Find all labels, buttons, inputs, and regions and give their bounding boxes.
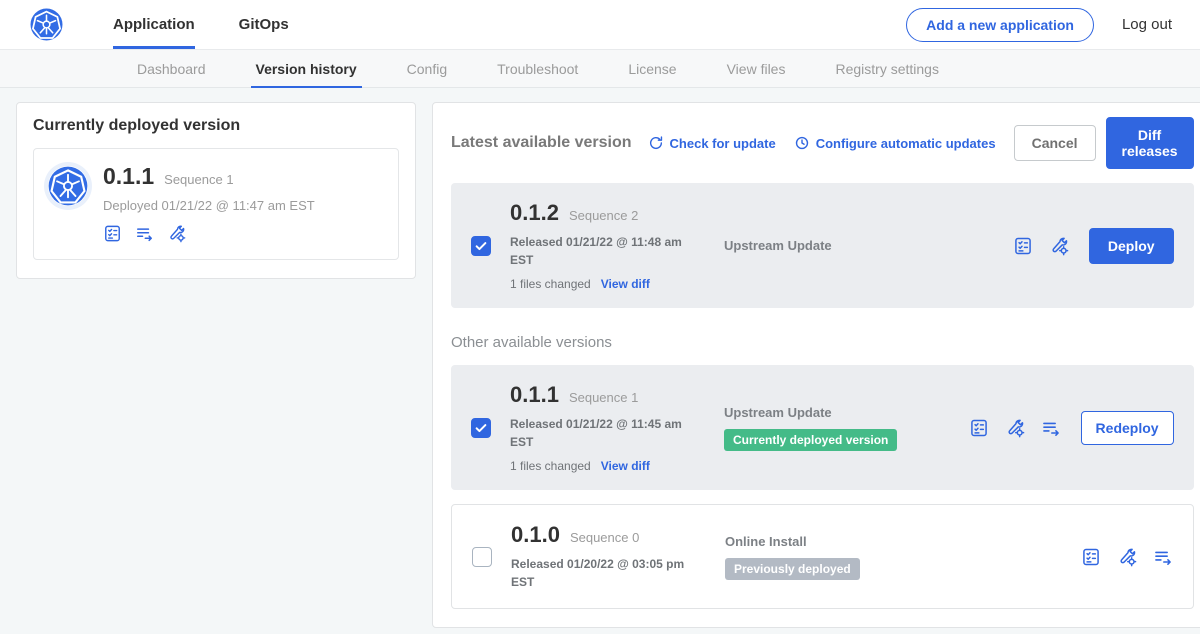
sequence-label: Sequence 2: [569, 208, 638, 223]
subnav-tab-version-history[interactable]: Version history: [231, 50, 382, 87]
application-subnav: Dashboard Version history Config Trouble…: [0, 50, 1200, 88]
deploy-logs-icon[interactable]: [1041, 418, 1061, 438]
released-timestamp: Released 01/21/22 @ 11:45 am EST: [510, 415, 700, 451]
preflight-checklist-icon[interactable]: [103, 224, 122, 243]
version-info: 0.1.1 Sequence 1 Released 01/21/22 @ 11:…: [510, 382, 724, 473]
tab-application[interactable]: Application: [113, 0, 195, 49]
version-number: 0.1.1: [510, 382, 559, 408]
version-source: Online Install Previously deployed: [725, 534, 960, 580]
previously-deployed-badge: Previously deployed: [725, 558, 860, 580]
preflight-checklist-icon[interactable]: [969, 418, 989, 438]
version-row-0-1-1: 0.1.1 Sequence 1 Released 01/21/22 @ 11:…: [451, 365, 1194, 490]
version-row-0-1-0: 0.1.0 Sequence 0 Released 01/20/22 @ 03:…: [451, 504, 1194, 609]
clock-icon: [794, 135, 810, 151]
app-icon: [48, 166, 88, 206]
config-wrench-icon[interactable]: [1117, 547, 1137, 567]
top-tabs: Application GitOps: [113, 0, 333, 49]
cancel-button[interactable]: Cancel: [1014, 125, 1096, 161]
config-wrench-icon[interactable]: [1005, 418, 1025, 438]
version-number: 0.1.2: [510, 200, 559, 226]
subnav-tab-troubleshoot[interactable]: Troubleshoot: [472, 50, 603, 87]
refresh-icon: [648, 135, 664, 151]
config-wrench-icon[interactable]: [1049, 236, 1069, 256]
top-navigation: Application GitOps Add a new application…: [0, 0, 1200, 50]
source-label: Upstream Update: [724, 238, 959, 253]
source-label: Online Install: [725, 534, 960, 549]
latest-version-header: Latest available version Check for updat…: [451, 117, 1194, 169]
deploy-button[interactable]: Deploy: [1089, 228, 1174, 264]
deployed-version-number: 0.1.1: [103, 163, 154, 190]
latest-available-version-title: Latest available version: [451, 134, 632, 152]
deployed-version-actions: [103, 224, 315, 243]
version-actions: Deploy: [1013, 228, 1174, 264]
deployed-timestamp: Deployed 01/21/22 @ 11:47 am EST: [103, 198, 315, 213]
subnav-tab-license[interactable]: License: [603, 50, 701, 87]
deploy-logs-icon[interactable]: [135, 224, 154, 243]
deployed-version-card: 0.1.1 Sequence 1 Deployed 01/21/22 @ 11:…: [33, 148, 399, 260]
preflight-checklist-icon[interactable]: [1013, 236, 1033, 256]
currently-deployed-title: Currently deployed version: [33, 117, 399, 135]
version-info: 0.1.2 Sequence 2 Released 01/21/22 @ 11:…: [510, 200, 724, 291]
version-checkbox[interactable]: [471, 236, 491, 256]
currently-deployed-badge: Currently deployed version: [724, 429, 897, 451]
configure-automatic-updates-link[interactable]: Configure automatic updates: [794, 135, 996, 151]
version-row-0-1-2: 0.1.2 Sequence 2 Released 01/21/22 @ 11:…: [451, 183, 1194, 308]
view-diff-link[interactable]: View diff: [601, 277, 650, 291]
subnav-tab-config[interactable]: Config: [382, 50, 472, 87]
check-for-update-link[interactable]: Check for update: [648, 135, 776, 151]
released-timestamp: Released 01/21/22 @ 11:48 am EST: [510, 233, 700, 269]
deployed-sequence-label: Sequence 1: [164, 172, 233, 187]
subnav-tab-dashboard[interactable]: Dashboard: [112, 50, 231, 87]
version-actions: Redeploy: [969, 411, 1174, 445]
files-changed-label: 1 files changed: [510, 277, 591, 291]
main-content: Currently deployed version 0.1.1 Sequenc…: [0, 88, 1200, 634]
currently-deployed-panel: Currently deployed version 0.1.1 Sequenc…: [16, 102, 416, 279]
version-checkbox[interactable]: [471, 418, 491, 438]
configure-automatic-updates-label: Configure automatic updates: [816, 136, 996, 151]
add-new-application-button[interactable]: Add a new application: [906, 8, 1094, 42]
redeploy-button[interactable]: Redeploy: [1081, 411, 1174, 445]
subnav-tab-registry-settings[interactable]: Registry settings: [810, 50, 963, 87]
subnav-tab-view-files[interactable]: View files: [702, 50, 811, 87]
version-history-panel: Latest available version Check for updat…: [432, 102, 1200, 628]
view-diff-link[interactable]: View diff: [601, 459, 650, 473]
version-info: 0.1.0 Sequence 0 Released 01/20/22 @ 03:…: [511, 522, 725, 591]
diff-releases-button[interactable]: Diff releases: [1106, 117, 1194, 169]
version-checkbox[interactable]: [472, 547, 492, 567]
preflight-checklist-icon[interactable]: [1081, 547, 1101, 567]
deploy-logs-icon[interactable]: [1153, 547, 1173, 567]
files-changed-label: 1 files changed: [510, 459, 591, 473]
config-wrench-icon[interactable]: [167, 224, 186, 243]
logout-link[interactable]: Log out: [1122, 16, 1172, 33]
other-available-versions-title: Other available versions: [451, 334, 1194, 351]
check-for-update-label: Check for update: [670, 136, 776, 151]
released-timestamp: Released 01/20/22 @ 03:05 pm EST: [511, 555, 701, 591]
source-label: Upstream Update: [724, 405, 959, 420]
version-source: Upstream Update: [724, 238, 959, 253]
kubernetes-logo: [30, 8, 63, 41]
sequence-label: Sequence 0: [570, 530, 639, 545]
tab-gitops[interactable]: GitOps: [239, 0, 289, 49]
version-source: Upstream Update Currently deployed versi…: [724, 405, 959, 451]
version-actions: [1081, 547, 1173, 567]
version-number: 0.1.0: [511, 522, 560, 548]
deployed-version-details: 0.1.1 Sequence 1 Deployed 01/21/22 @ 11:…: [103, 163, 315, 243]
sequence-label: Sequence 1: [569, 390, 638, 405]
